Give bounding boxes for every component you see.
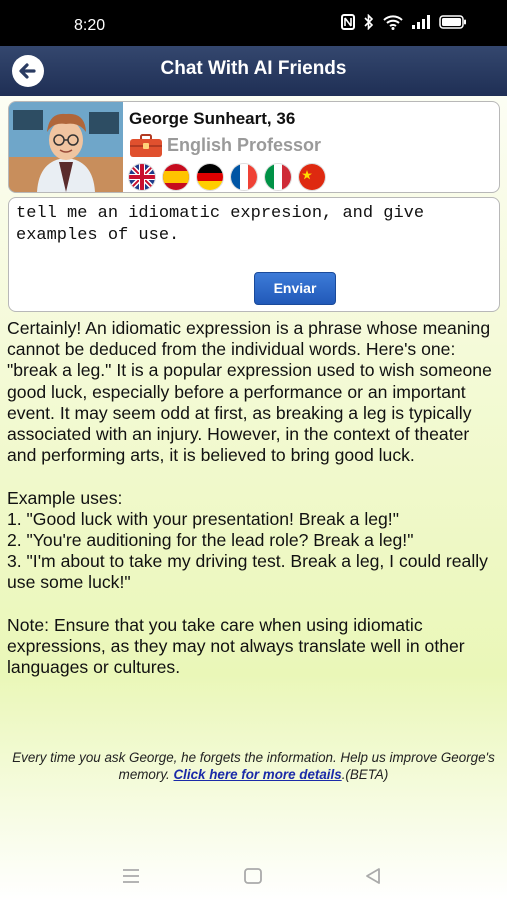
example-item: 1. "Good luck with your presentation! Br… [7, 508, 399, 529]
profile-name: George Sunheart, 36 [129, 109, 296, 128]
ai-response: Certainly! An idiomatic expression is a … [7, 318, 503, 678]
chinese-flag-icon[interactable] [298, 163, 326, 191]
french-flag-icon[interactable] [230, 163, 258, 191]
bluetooth-icon [364, 13, 374, 35]
example-item: 2. "You're auditioning for the lead role… [7, 530, 414, 551]
german-flag-icon[interactable] [196, 163, 224, 191]
memory-notice: Every time you ask George, he forgets th… [0, 749, 507, 783]
profile-role: English Professor [167, 135, 322, 155]
example-item: 3. "I'm about to take my driving test. B… [7, 551, 488, 593]
english-flag-icon[interactable] [128, 163, 156, 191]
status-bar: 8:20 [0, 0, 507, 46]
response-intro: Certainly! An idiomatic expression is a … [7, 318, 492, 466]
menu-icon[interactable] [120, 865, 142, 892]
wifi-icon [383, 14, 403, 35]
language-flags [128, 163, 326, 191]
italian-flag-icon[interactable] [264, 163, 292, 191]
system-nav-bar [0, 855, 507, 900]
more-details-link[interactable]: Click here for more details [174, 767, 342, 782]
status-time: 8:20 [74, 17, 106, 34]
beta-label: .(BETA) [341, 767, 389, 782]
profile-card: George Sunheart, 36 English Professor [8, 101, 500, 193]
response-note: Note: Ensure that you take care when usi… [7, 614, 465, 678]
message-input-box[interactable]: tell me an idiomatic expresion, and give… [8, 197, 500, 312]
app-header: Chat With AI Friends [0, 46, 507, 96]
nfc-icon [341, 14, 355, 35]
home-icon[interactable] [242, 865, 264, 892]
send-button[interactable]: Enviar [254, 272, 336, 305]
message-input[interactable]: tell me an idiomatic expresion, and give… [16, 203, 492, 247]
signal-icon [412, 15, 430, 34]
briefcase-icon [129, 134, 163, 158]
examples-heading: Example uses: [7, 487, 123, 508]
battery-icon [439, 15, 467, 34]
back-icon[interactable] [362, 865, 384, 892]
avatar [9, 102, 123, 192]
status-icons [341, 13, 467, 35]
page-title: Chat With AI Friends [160, 58, 347, 79]
spanish-flag-icon[interactable] [162, 163, 190, 191]
